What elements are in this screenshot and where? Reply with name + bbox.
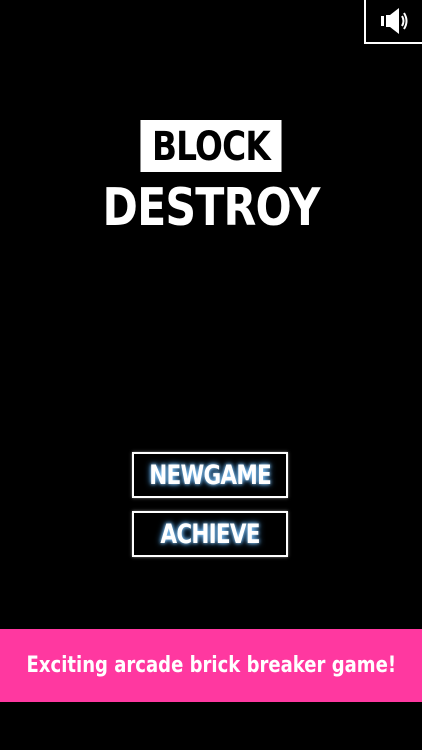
game-title: BLOCK DESTROY (0, 120, 422, 236)
achieve-label: ACHIEVE (160, 518, 260, 550)
promo-banner: Exciting arcade brick breaker game! (0, 629, 422, 702)
speaker-volume-icon (381, 8, 408, 34)
title-line-2: DESTROY (102, 178, 320, 238)
sound-toggle-button[interactable] (364, 0, 422, 44)
new-game-label: NEWGAME (149, 459, 272, 491)
banner-text: Exciting arcade brick breaker game! (26, 653, 396, 678)
title-line-1: BLOCK (140, 120, 282, 172)
new-game-button[interactable]: NEWGAME (132, 452, 288, 498)
achieve-button[interactable]: ACHIEVE (132, 511, 288, 557)
